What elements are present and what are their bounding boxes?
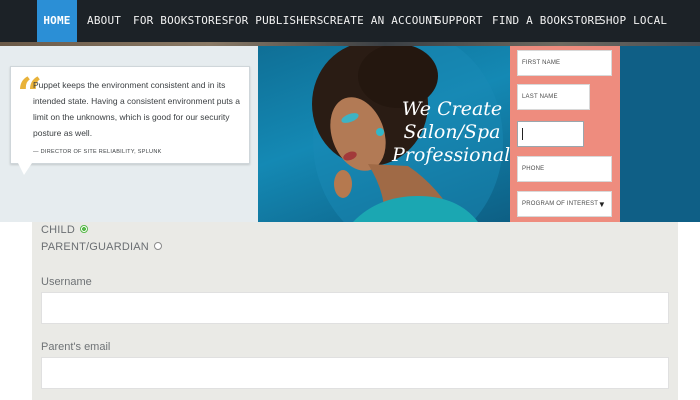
chevron-down-icon: ▼ xyxy=(597,200,606,209)
nav-item-for-publishers[interactable]: FOR PUBLISHERS xyxy=(228,0,324,42)
last-name-field[interactable]: LAST NAME xyxy=(517,84,590,110)
first-name-field[interactable]: FIRST NAME xyxy=(517,50,612,76)
nav-item-about[interactable]: ABOUT xyxy=(87,0,121,42)
username-label: Username xyxy=(41,276,92,288)
testimonial-text: Puppet keeps the environment consistent … xyxy=(33,80,240,138)
headline-line-3: Professionals xyxy=(392,144,520,166)
headline-line-1: We Create xyxy=(401,98,503,120)
radio-label-child: CHILD xyxy=(41,224,76,236)
lead-form-panel: FIRST NAME LAST NAME PHONE PROGRAM OF IN… xyxy=(510,46,620,222)
email-field[interactable] xyxy=(517,121,584,147)
testimonial-area: “ Puppet keeps the environment consisten… xyxy=(0,46,258,222)
username-input[interactable] xyxy=(41,292,669,324)
nav-item-find-bookstore[interactable]: FIND A BOOKSTORE xyxy=(492,0,601,42)
parent-email-label: Parent's email xyxy=(41,341,111,353)
program-select-label: PROGRAM OF INTEREST xyxy=(522,201,599,207)
program-of-interest-select[interactable]: PROGRAM OF INTEREST ▼ xyxy=(517,191,612,217)
radio-button-child[interactable] xyxy=(80,225,89,233)
hero-headline: We Create Salon/Spa Professionals xyxy=(392,98,520,167)
radio-option-child[interactable]: CHILD xyxy=(41,224,89,236)
nav-item-support[interactable]: SUPPORT xyxy=(435,0,483,42)
top-navigation: HOME ABOUT FOR BOOKSTORES FOR PUBLISHERS… xyxy=(0,0,700,42)
nav-item-shop-local[interactable]: SHOP LOCAL xyxy=(599,0,667,42)
registration-form: CHILD PARENT/GUARDIAN Username Parent's … xyxy=(32,222,678,400)
text-caret xyxy=(522,128,523,140)
headline-line-2: Salon/Spa xyxy=(403,121,501,143)
hero-banner: “ Puppet keeps the environment consisten… xyxy=(0,46,700,222)
parent-email-input[interactable] xyxy=(41,357,669,389)
nav-item-for-bookstores[interactable]: FOR BOOKSTORES xyxy=(133,0,229,42)
hero-right-background xyxy=(620,46,700,222)
testimonial-bubble: “ Puppet keeps the environment consisten… xyxy=(10,66,250,164)
phone-field[interactable]: PHONE xyxy=(517,156,612,182)
speech-bubble-tail xyxy=(18,163,32,175)
nav-item-create-account[interactable]: CREATE AN ACCOUNT xyxy=(323,0,439,42)
nav-item-home[interactable]: HOME xyxy=(37,0,77,42)
page-margin xyxy=(0,222,32,400)
testimonial-attribution: — DIRECTOR OF SITE RELIABILITY, SPLUNK xyxy=(33,149,162,155)
radio-label-parent: PARENT/GUARDIAN xyxy=(41,241,149,253)
radio-option-parent[interactable]: PARENT/GUARDIAN xyxy=(41,241,162,253)
radio-button-parent[interactable] xyxy=(153,242,162,250)
